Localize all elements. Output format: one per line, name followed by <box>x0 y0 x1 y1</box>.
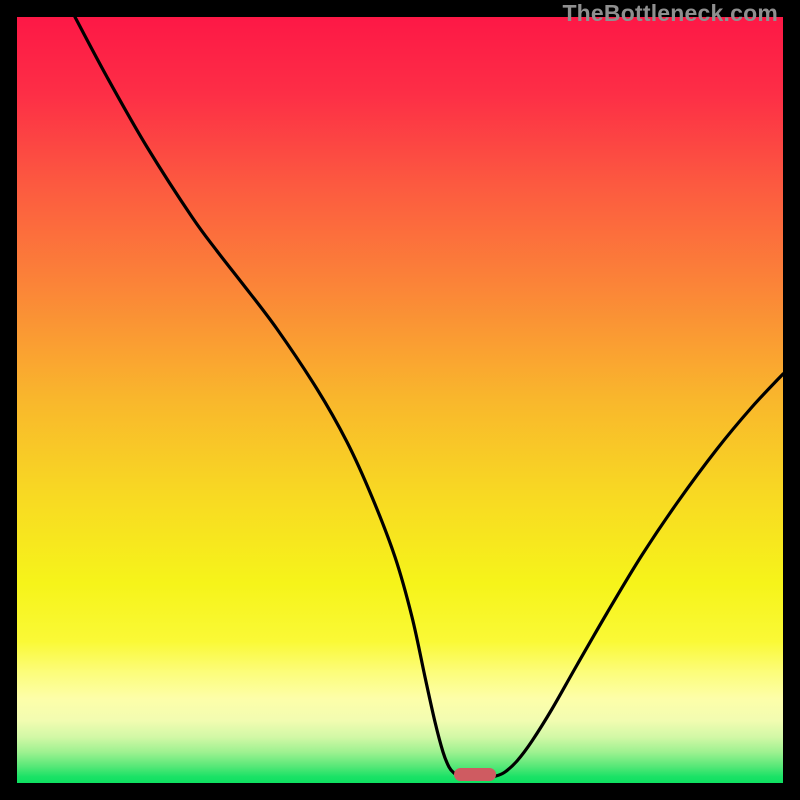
bottleneck-curve <box>17 17 783 783</box>
watermark-text: TheBottleneck.com <box>562 0 778 27</box>
chart-frame: TheBottleneck.com <box>0 0 800 800</box>
plot-area <box>17 17 783 783</box>
optimal-point-marker <box>454 768 496 781</box>
